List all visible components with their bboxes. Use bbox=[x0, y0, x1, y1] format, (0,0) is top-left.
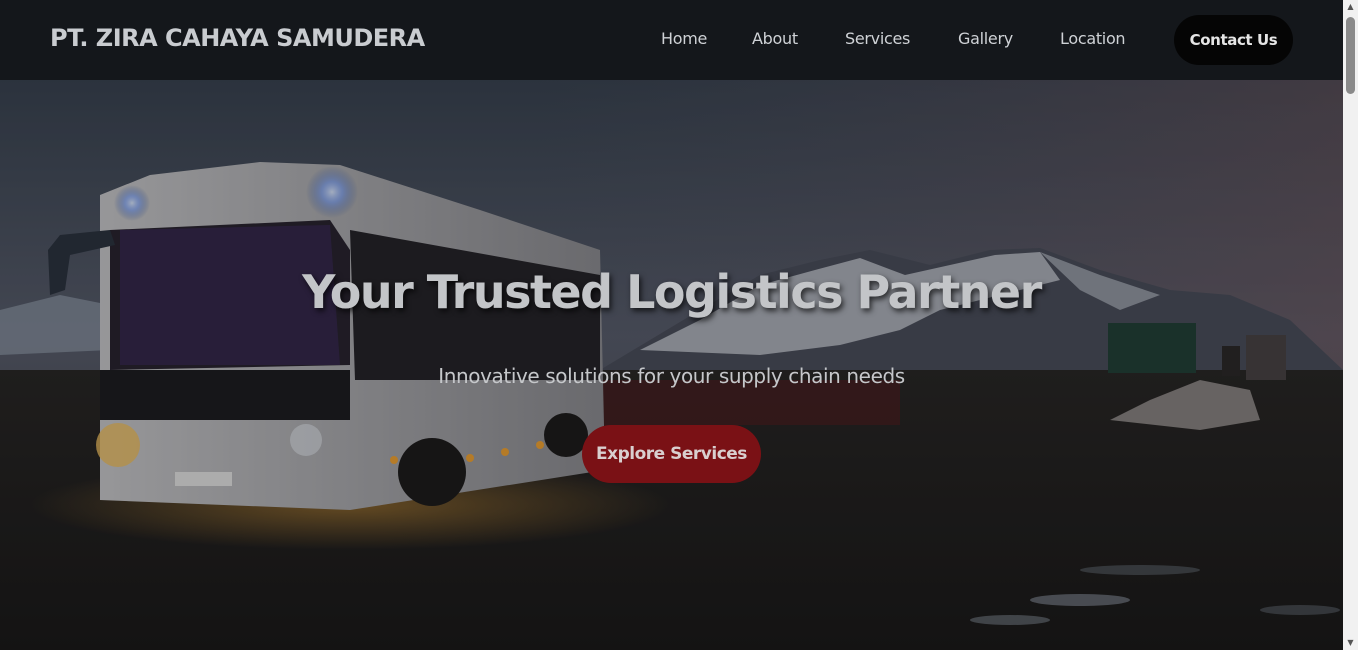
nav-about[interactable]: About bbox=[752, 29, 798, 48]
hero-subtitle: Innovative solutions for your supply cha… bbox=[438, 364, 905, 388]
explore-services-button[interactable]: Explore Services bbox=[582, 425, 761, 483]
navbar: PT. ZIRA CAHAYA SAMUDERA Home About Serv… bbox=[0, 0, 1343, 80]
nav-location[interactable]: Location bbox=[1060, 29, 1126, 48]
nav-services[interactable]: Services bbox=[845, 29, 910, 48]
vertical-scrollbar[interactable]: ▲ ▼ bbox=[1343, 0, 1358, 650]
hero-title: Your Trusted Logistics Partner bbox=[302, 265, 1042, 319]
scrollbar-thumb[interactable] bbox=[1346, 17, 1355, 94]
page: PT. ZIRA CAHAYA SAMUDERA Home About Serv… bbox=[0, 0, 1343, 650]
nav-gallery[interactable]: Gallery bbox=[958, 29, 1013, 48]
brand-logo[interactable]: PT. ZIRA CAHAYA SAMUDERA bbox=[50, 24, 425, 52]
chevron-up-icon[interactable]: ▲ bbox=[1343, 0, 1358, 14]
chevron-down-icon[interactable]: ▼ bbox=[1343, 636, 1358, 650]
contact-us-button[interactable]: Contact Us bbox=[1174, 15, 1293, 65]
nav-home[interactable]: Home bbox=[661, 29, 707, 48]
hero-section: Your Trusted Logistics Partner Innovativ… bbox=[0, 80, 1343, 650]
